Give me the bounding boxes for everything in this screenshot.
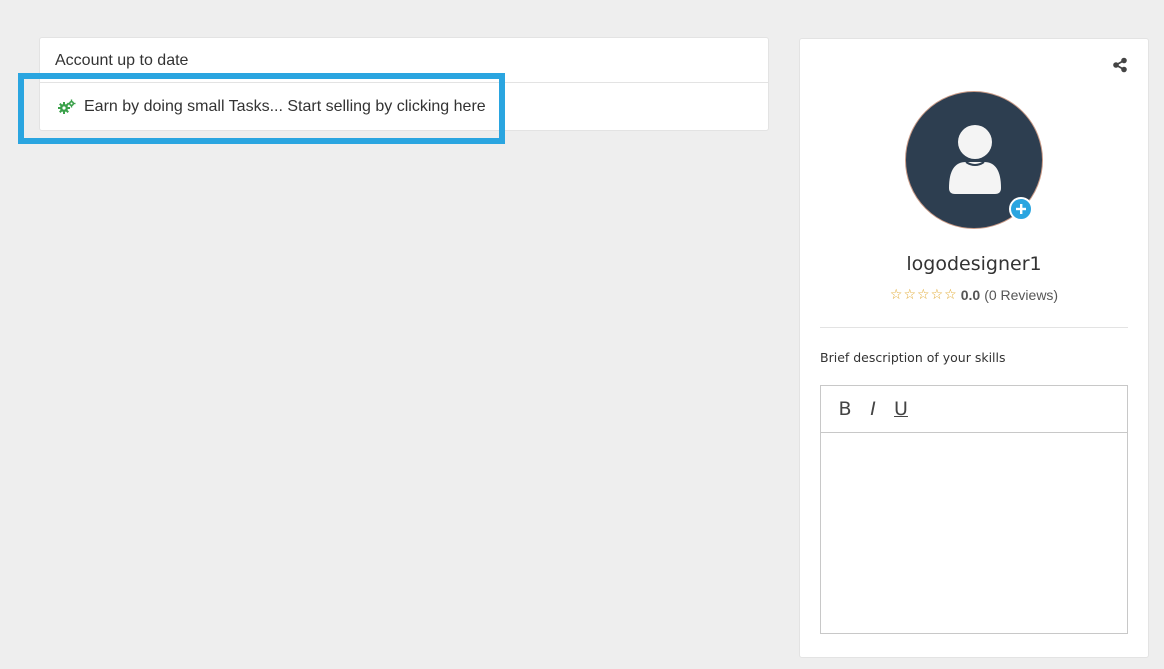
- star-icon: ☆: [917, 286, 930, 302]
- star-icon: ☆: [930, 286, 944, 302]
- reviews-count: (0 Reviews): [984, 286, 1059, 303]
- skills-label: Brief description of your skills: [820, 350, 1006, 365]
- rating-score: 0.0: [960, 286, 981, 303]
- start-selling-text: Earn by doing small Tasks... Start selli…: [84, 98, 486, 115]
- editor-toolbar: B I U: [821, 386, 1127, 433]
- star-icon: ☆: [889, 286, 903, 302]
- bold-button[interactable]: B: [837, 398, 853, 420]
- user-icon: [949, 125, 1001, 194]
- add-photo-button[interactable]: [1009, 197, 1033, 221]
- account-panel-body: Earn by doing small Tasks... Start selli…: [40, 83, 768, 131]
- start-selling-link[interactable]: Earn by doing small Tasks... Start selli…: [58, 98, 486, 116]
- gears-icon: [58, 99, 76, 115]
- skills-editor: B I U: [820, 385, 1128, 634]
- share-icon: [1112, 57, 1128, 78]
- skills-textarea[interactable]: [821, 433, 1127, 633]
- page: Account up to date Earn by doing small T…: [0, 0, 1164, 669]
- underline-button[interactable]: U: [893, 398, 909, 420]
- rating: ☆ ☆ ☆ ☆ ☆ 0.0 (0 Reviews): [800, 286, 1148, 303]
- rating-stars: ☆ ☆ ☆ ☆ ☆: [890, 286, 957, 303]
- italic-button[interactable]: I: [865, 398, 881, 420]
- profile-panel: logodesigner1 ☆ ☆ ☆ ☆ ☆ 0.0 (0 Reviews) …: [799, 38, 1149, 658]
- account-panel-heading: Account up to date: [40, 38, 768, 83]
- plus-icon: [1016, 204, 1026, 214]
- username: logodesigner1: [906, 253, 1042, 275]
- star-icon: ☆: [944, 286, 957, 302]
- share-button[interactable]: [1111, 57, 1129, 78]
- star-icon: ☆: [903, 286, 917, 302]
- account-panel: Account up to date Earn by doing small T…: [39, 37, 769, 131]
- divider: [820, 327, 1128, 328]
